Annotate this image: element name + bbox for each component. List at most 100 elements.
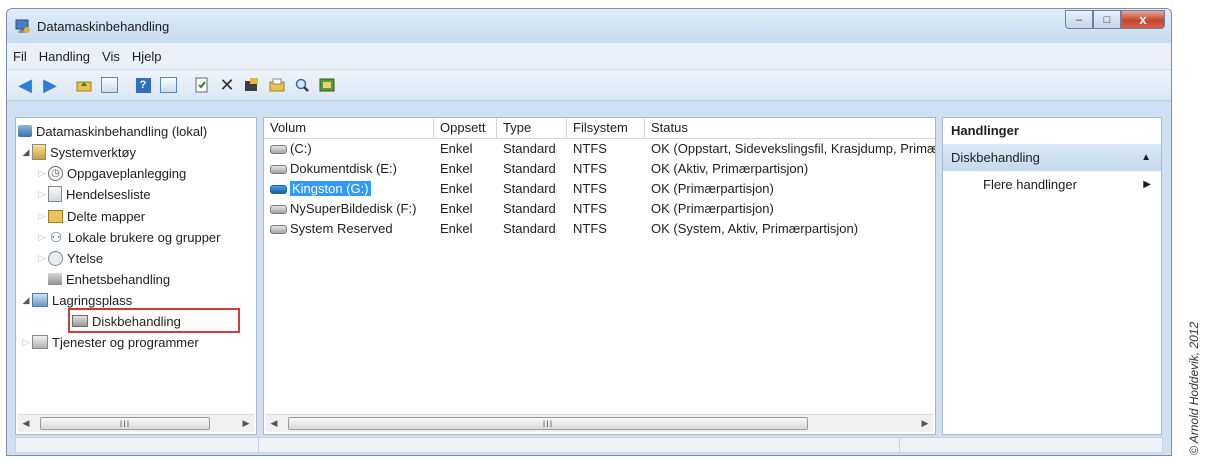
table-row[interactable]: Dokumentdisk (E:) Enkel Standard NTFS OK…: [264, 159, 935, 179]
actions-header: Handlinger: [943, 118, 1161, 145]
actions-section-disk-management[interactable]: Diskbehandling ▲: [943, 145, 1161, 171]
list-horizontal-scrollbar[interactable]: ◀ III ▶: [266, 414, 933, 432]
scroll-right-icon[interactable]: ▶: [238, 418, 254, 429]
table-row-selected[interactable]: Kingston (G:) Enkel Standard NTFS OK (Pr…: [264, 179, 935, 199]
tree-item-event-viewer[interactable]: ▷ Hendelsesliste: [36, 184, 151, 204]
type-cell: Standard: [503, 181, 556, 196]
volume-name: Kingston (G:): [290, 181, 371, 196]
volume-name: (C:): [290, 141, 312, 156]
more-actions-label: Flere handlinger: [983, 177, 1077, 192]
tree-label: Delte mapper: [67, 208, 146, 224]
tree-item-task-scheduler[interactable]: ▷ ◷ Oppgaveplanlegging: [36, 163, 186, 183]
tree-item-system-tools[interactable]: ◢ Systemverktøy: [20, 142, 136, 162]
tree-horizontal-scrollbar[interactable]: ◀ III ▶: [18, 414, 254, 432]
table-row[interactable]: NySuperBildedisk (F:) Enkel Standard NTF…: [264, 199, 935, 219]
tree-item-device-manager[interactable]: Enhetsbehandling: [48, 269, 170, 289]
search-icon[interactable]: [292, 75, 312, 95]
status-cell: OK (Oppstart, Sidevekslingsfil, Krasjdum…: [651, 141, 935, 156]
shared-folder-icon: [48, 209, 63, 223]
filesystem-cell: NTFS: [573, 161, 607, 176]
volume-cell: (C:): [264, 139, 434, 159]
console-tree: Datamaskinbehandling (lokal) ◢ Systemver…: [15, 117, 257, 435]
filesystem-cell: NTFS: [573, 181, 607, 196]
toolbox-icon: [32, 144, 46, 160]
window-title: Datamaskinbehandling: [37, 19, 170, 34]
filesystem-cell: NTFS: [573, 221, 607, 236]
expand-arrow-icon[interactable]: ▷: [36, 189, 48, 200]
section-label: Diskbehandling: [951, 150, 1040, 165]
minimize-button[interactable]: –: [1065, 10, 1093, 29]
scroll-thumb[interactable]: III: [288, 417, 808, 430]
layout-cell: Enkel: [440, 161, 473, 176]
expand-arrow-icon[interactable]: ▷: [36, 168, 48, 179]
table-row[interactable]: System Reserved Enkel Standard NTFS OK (…: [264, 219, 935, 239]
table-row[interactable]: (C:) Enkel Standard NTFS OK (Oppstart, S…: [264, 139, 935, 159]
tree-item-services-apps[interactable]: ▷ Tjenester og programmer: [20, 332, 199, 352]
type-cell: Standard: [503, 161, 556, 176]
close-button[interactable]: x: [1121, 10, 1165, 29]
list-header: Volum Oppsett Type Filsystem Status: [264, 118, 935, 139]
scroll-left-icon[interactable]: ◀: [266, 418, 282, 429]
tree-label: Lagringsplass: [52, 292, 133, 308]
more-actions-item[interactable]: Flere handlinger ▶: [943, 174, 1161, 196]
properties-icon[interactable]: [192, 75, 212, 95]
layout-cell: Enkel: [440, 221, 473, 236]
tree-item-shared-folders[interactable]: ▷ Delte mapper: [36, 206, 146, 226]
status-bar: [15, 437, 1163, 453]
menu-view[interactable]: Vis: [102, 49, 120, 64]
console-tree-icon[interactable]: [99, 75, 119, 95]
filesystem-cell: NTFS: [573, 141, 607, 156]
drive-icon: [270, 205, 287, 215]
tree-label: Hendelsesliste: [66, 186, 151, 202]
column-header-filesystem[interactable]: Filsystem: [567, 118, 645, 138]
back-icon[interactable]: ◀: [15, 75, 35, 95]
filesystem-cell: NTFS: [573, 201, 607, 216]
drive-icon: [270, 225, 287, 235]
tree-label: Systemverktøy: [50, 144, 136, 160]
drive-icon: [270, 145, 287, 155]
title-bar[interactable]: Datamaskinbehandling – □ x: [7, 9, 1171, 43]
volume-cell: Dokumentdisk (E:): [264, 159, 434, 179]
expand-arrow-icon[interactable]: ▷: [36, 232, 48, 243]
status-segment: [259, 438, 900, 452]
menu-file[interactable]: Fil: [13, 49, 27, 64]
expand-arrow-icon[interactable]: ▷: [20, 337, 32, 348]
toolbar: ◀ ▶ ? ✕: [7, 70, 1171, 101]
actions-pane: Handlinger Diskbehandling ▲ Flere handli…: [942, 117, 1162, 435]
delete-icon[interactable]: ✕: [217, 75, 237, 95]
column-header-volume[interactable]: Volum: [264, 118, 434, 138]
menu-help[interactable]: Hjelp: [132, 49, 162, 64]
device-manager-icon: [48, 273, 62, 285]
column-header-layout[interactable]: Oppsett: [434, 118, 497, 138]
maximize-button[interactable]: □: [1093, 10, 1121, 29]
type-cell: Standard: [503, 221, 556, 236]
expand-arrow-icon[interactable]: ▷: [36, 253, 48, 264]
tree-label: Tjenester og programmer: [52, 334, 199, 350]
collapse-up-icon: ▲: [1141, 152, 1151, 163]
status-cell: OK (Aktiv, Primærpartisjon): [651, 161, 809, 176]
scroll-right-icon[interactable]: ▶: [917, 418, 933, 429]
expand-arrow-icon[interactable]: ▷: [36, 211, 48, 222]
collapse-arrow-icon[interactable]: ◢: [20, 295, 32, 306]
column-header-status[interactable]: Status: [645, 118, 935, 138]
scroll-thumb[interactable]: III: [40, 417, 210, 430]
open-icon[interactable]: [267, 75, 287, 95]
up-folder-icon[interactable]: [74, 75, 94, 95]
refresh-icon[interactable]: [242, 75, 262, 95]
export-icon[interactable]: [317, 75, 337, 95]
tree-item-local-users[interactable]: ▷ ⚇ Lokale brukere og grupper: [36, 227, 221, 247]
forward-icon[interactable]: ▶: [40, 75, 60, 95]
type-cell: Standard: [503, 201, 556, 216]
collapse-arrow-icon[interactable]: ◢: [20, 147, 32, 158]
tree-item-root[interactable]: Datamaskinbehandling (lokal): [18, 121, 207, 141]
column-header-type[interactable]: Type: [497, 118, 567, 138]
scroll-left-icon[interactable]: ◀: [18, 418, 34, 429]
event-log-icon: [48, 186, 62, 202]
volume-name: System Reserved: [290, 221, 393, 236]
tree-item-performance[interactable]: ▷ Ytelse: [36, 248, 103, 268]
tree-item-storage[interactable]: ◢ Lagringsplass: [20, 290, 133, 310]
show-hide-pane-icon[interactable]: [158, 75, 178, 95]
submenu-arrow-icon: ▶: [1143, 179, 1151, 190]
menu-action[interactable]: Handling: [39, 49, 90, 64]
help-icon[interactable]: ?: [133, 75, 153, 95]
